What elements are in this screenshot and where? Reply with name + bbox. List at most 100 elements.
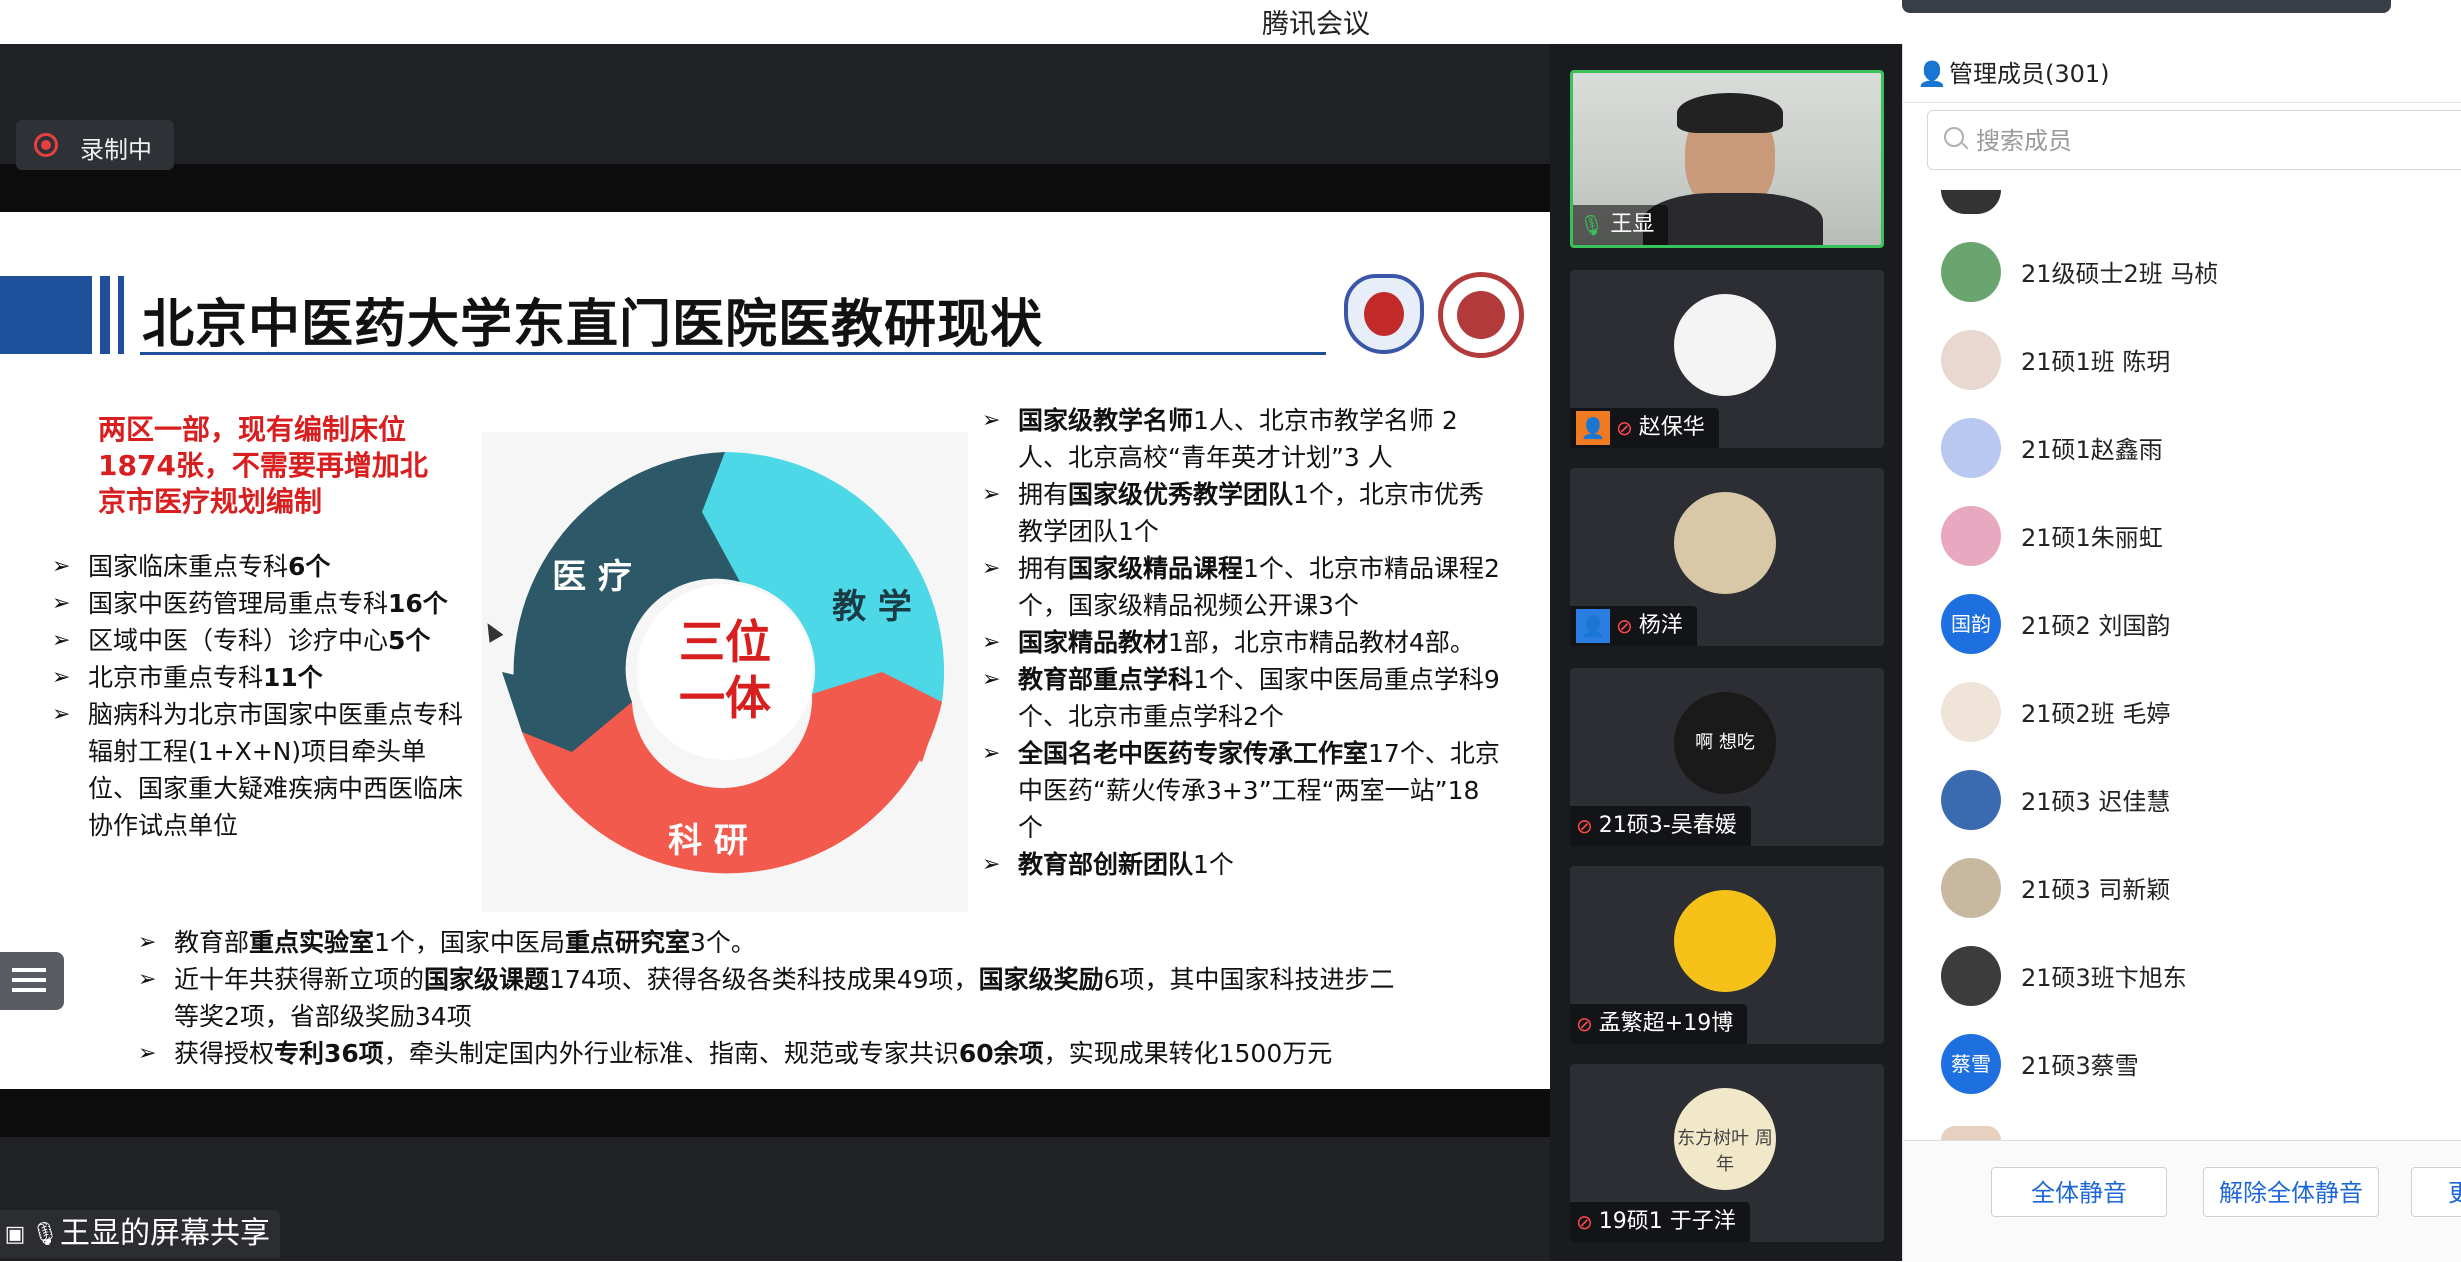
title-bar: 腾讯会议 xyxy=(0,0,2461,44)
participant-name: 赵保华 xyxy=(1638,415,1705,440)
member-avatar xyxy=(1941,770,2001,830)
member-row[interactable]: 21硕2班 毛婷 xyxy=(1903,668,2461,756)
avatar: 东方树叶 周年 xyxy=(1674,1088,1776,1190)
member-name: 21硕2班 毛婷 xyxy=(2021,700,2171,728)
right-bullet-item: 拥有国家级精品课程1个、北京市精品课程2个，国家级精品视频公开课3个 xyxy=(982,550,1500,624)
more-button[interactable]: 更 xyxy=(2411,1167,2461,1217)
top-toolbar-collapsed[interactable] xyxy=(1902,0,2391,13)
avatar xyxy=(1674,492,1776,594)
mic-muted-icon: ⊘ xyxy=(1616,614,1633,638)
screen-share-label: ▣ 🎙王显的屏幕共享 xyxy=(0,1210,280,1258)
member-avatar xyxy=(1941,946,2001,1006)
member-name: 21硕1朱丽虹 xyxy=(2021,524,2163,552)
bottom-bullet-item: 教育部重点实验室1个，国家中医局重点研究室3个。 xyxy=(138,924,1408,961)
member-search-box[interactable] xyxy=(1927,110,2461,170)
list-icon xyxy=(12,968,46,972)
left-bullet-item: 国家中医药管理局重点专科16个 xyxy=(52,585,472,622)
participant-video-tile[interactable]: 啊 想吃 ⊘ 21硕3-吴春媛 xyxy=(1570,668,1884,846)
hospital-logo-icon xyxy=(1438,272,1524,358)
cycle-center-line1: 三位 xyxy=(679,615,771,669)
side-menu-button[interactable] xyxy=(0,952,64,1010)
member-search-input[interactable] xyxy=(1974,121,2458,161)
avatar: 啊 想吃 xyxy=(1674,692,1776,794)
unmute-all-button[interactable]: 解除全体静音 xyxy=(2203,1167,2379,1217)
right-bullet-item: 国家级教学名师1人、北京市教学名师 2人、北京高校“青年英才计划”3 人 xyxy=(982,402,1500,476)
mic-icon: 🎙 xyxy=(31,1221,59,1247)
window-title: 腾讯会议 xyxy=(1262,9,1370,40)
right-bullet-list: 国家级教学名师1人、北京市教学名师 2人、北京高校“青年英才计划”3 人拥有国家… xyxy=(982,402,1500,883)
mute-all-button[interactable]: 全体静音 xyxy=(1991,1167,2167,1217)
participant-name-tag: ⊘ 孟繁超+19博 xyxy=(1570,1004,1748,1044)
member-avatar-partial xyxy=(1941,190,2001,214)
left-bullet-item: 区域中医（专科）诊疗中心5个 xyxy=(52,622,472,659)
member-avatar xyxy=(1941,858,2001,918)
participant-name-tag: ⊘ 19硕1 于子洋 xyxy=(1570,1202,1750,1242)
member-avatar xyxy=(1941,682,2001,742)
participant-video-tile[interactable]: 东方树叶 周年 ⊘ 19硕1 于子洋 xyxy=(1570,1064,1884,1242)
member-row[interactable]: 21硕3班卞旭东 xyxy=(1903,932,2461,1020)
member-row[interactable]: 21硕3 司新颖 xyxy=(1903,844,2461,932)
member-row[interactable]: 21硕1朱丽虹 xyxy=(1903,492,2461,580)
participant-name: 杨洋 xyxy=(1638,613,1683,638)
participant-video-tile[interactable]: 👤 ⊘ 赵保华 xyxy=(1570,270,1884,448)
video-tiles-column: 🎙 王显 👤 ⊘ 赵保华 👤 ⊘ 杨洋啊 想吃 ⊘ 21硕3-吴春媛 ⊘ 孟繁超+19博东方树叶 周年… xyxy=(1550,44,1902,1261)
presentation-slide: 北京中医药大学东直门医院医教研现状 两区一部，现有编制床位1874张，不需要再增… xyxy=(0,212,1550,1089)
member-name: 21硕1班 陈玥 xyxy=(2021,348,2171,376)
members-panel: 👤管理成员(301) 21级硕士2班 马桢 21硕1班 陈玥 21硕1赵鑫雨 21硕1… xyxy=(1902,44,2461,1262)
member-name: 21硕3 迟佳慧 xyxy=(2021,788,2171,816)
cycle-label-teaching: 教 学 xyxy=(832,587,912,627)
participant-name: 王显 xyxy=(1610,212,1655,237)
letterbox-top xyxy=(0,164,1550,212)
member-avatar xyxy=(1941,418,2001,478)
member-avatar xyxy=(1941,330,2001,390)
title-accent-bar xyxy=(0,276,92,354)
screen-share-icon: ▣ xyxy=(4,1221,26,1247)
right-bullet-item: 全国名老中医药专家传承工作室17个、北京中医药“薪火传承3+3”工程“两室一站”… xyxy=(982,735,1500,846)
right-bullet-item: 教育部重点学科1个、国家中医局重点学科9个、北京市重点学科2个 xyxy=(982,661,1500,735)
avatar-text: 啊 想吃 xyxy=(1695,732,1755,753)
participant-name-tag: 🎙 王显 xyxy=(1573,205,1669,245)
member-avatar-partial xyxy=(1941,1126,2001,1140)
left-bullet-item: 脑病科为北京市国家中医重点专科辐射工程(1+X+N)项目牵头单位、国家重大疑难疾… xyxy=(52,696,472,844)
member-name: 21硕2 刘国韵 xyxy=(2021,612,2171,640)
member-row[interactable]: 21级硕士2班 马桢 xyxy=(1903,228,2461,316)
highlight-note: 两区一部，现有编制床位1874张，不需要再增加北京市医疗规划编制 xyxy=(98,413,428,518)
divider xyxy=(1903,102,2461,103)
cycle-center-line2: 一体 xyxy=(679,671,771,725)
avatar xyxy=(1674,890,1776,992)
members-count-label: 管理成员(301) xyxy=(1949,60,2110,88)
member-avatar: 国韵 xyxy=(1941,594,2001,654)
member-row[interactable]: 蔡雪 21硕3蔡雪 xyxy=(1903,1020,2461,1108)
right-bullet-item: 教育部创新团队1个 xyxy=(982,846,1500,883)
search-icon xyxy=(1944,127,1964,147)
participant-video-tile[interactable]: 👤 ⊘ 杨洋 xyxy=(1570,468,1884,646)
member-name: 21级硕士2班 马桢 xyxy=(2021,260,2219,288)
cycle-diagram: 三位 一体 医 疗 教 学 科 研 xyxy=(482,432,968,912)
participant-video-tile[interactable]: ⊘ 孟繁超+19博 xyxy=(1570,866,1884,1044)
slide-title: 北京中医药大学东直门医院医教研现状 xyxy=(142,295,1044,355)
member-row[interactable]: 21硕3 迟佳慧 xyxy=(1903,756,2461,844)
recording-label: 录制中 xyxy=(80,136,152,164)
bottom-bullet-item: 获得授权专利36项，牵头制定国内外行业标准、指南、规范或专家共识60余项，实现成… xyxy=(138,1035,1408,1072)
cycle-graphic: 三位 一体 医 疗 教 学 科 研 xyxy=(502,452,945,874)
member-name: 21硕1赵鑫雨 xyxy=(2021,436,2163,464)
mic-on-icon: 🎙 xyxy=(1579,213,1605,237)
person-icon: 👤 xyxy=(1917,60,1947,88)
shared-screen-area: 录制中 北京中医药大学东直门医院医教研现状 两区一部，现有编制床位1874张，不… xyxy=(0,44,1550,1261)
member-row[interactable]: 21硕1赵鑫雨 xyxy=(1903,404,2461,492)
left-bullet-list: 国家临床重点专科6个国家中医药管理局重点专科16个区域中医（专科）诊疗中心5个北… xyxy=(52,548,472,844)
mic-muted-icon: ⊘ xyxy=(1576,814,1593,838)
member-row[interactable]: 21硕1班 陈玥 xyxy=(1903,316,2461,404)
participant-name-tag: ⊘ 21硕3-吴春媛 xyxy=(1570,806,1751,846)
mic-muted-icon: ⊘ xyxy=(1616,416,1633,440)
participant-name-tag: 👤 ⊘ 赵保华 xyxy=(1570,408,1719,448)
participant-video-tile[interactable]: 🎙 王显 xyxy=(1570,70,1884,248)
member-avatar xyxy=(1941,506,2001,566)
member-name: 21硕3 司新颖 xyxy=(2021,876,2171,904)
cycle-label-research: 科 研 xyxy=(668,821,748,861)
bottom-bullet-list: 教育部重点实验室1个，国家中医局重点研究室3个。近十年共获得新立项的国家级课题1… xyxy=(138,924,1408,1072)
recording-indicator[interactable]: 录制中 xyxy=(16,120,174,170)
member-row[interactable]: 国韵 21硕2 刘国韵 xyxy=(1903,580,2461,668)
left-bullet-item: 北京市重点专科11个 xyxy=(52,659,472,696)
title-accent-bar xyxy=(118,276,124,354)
